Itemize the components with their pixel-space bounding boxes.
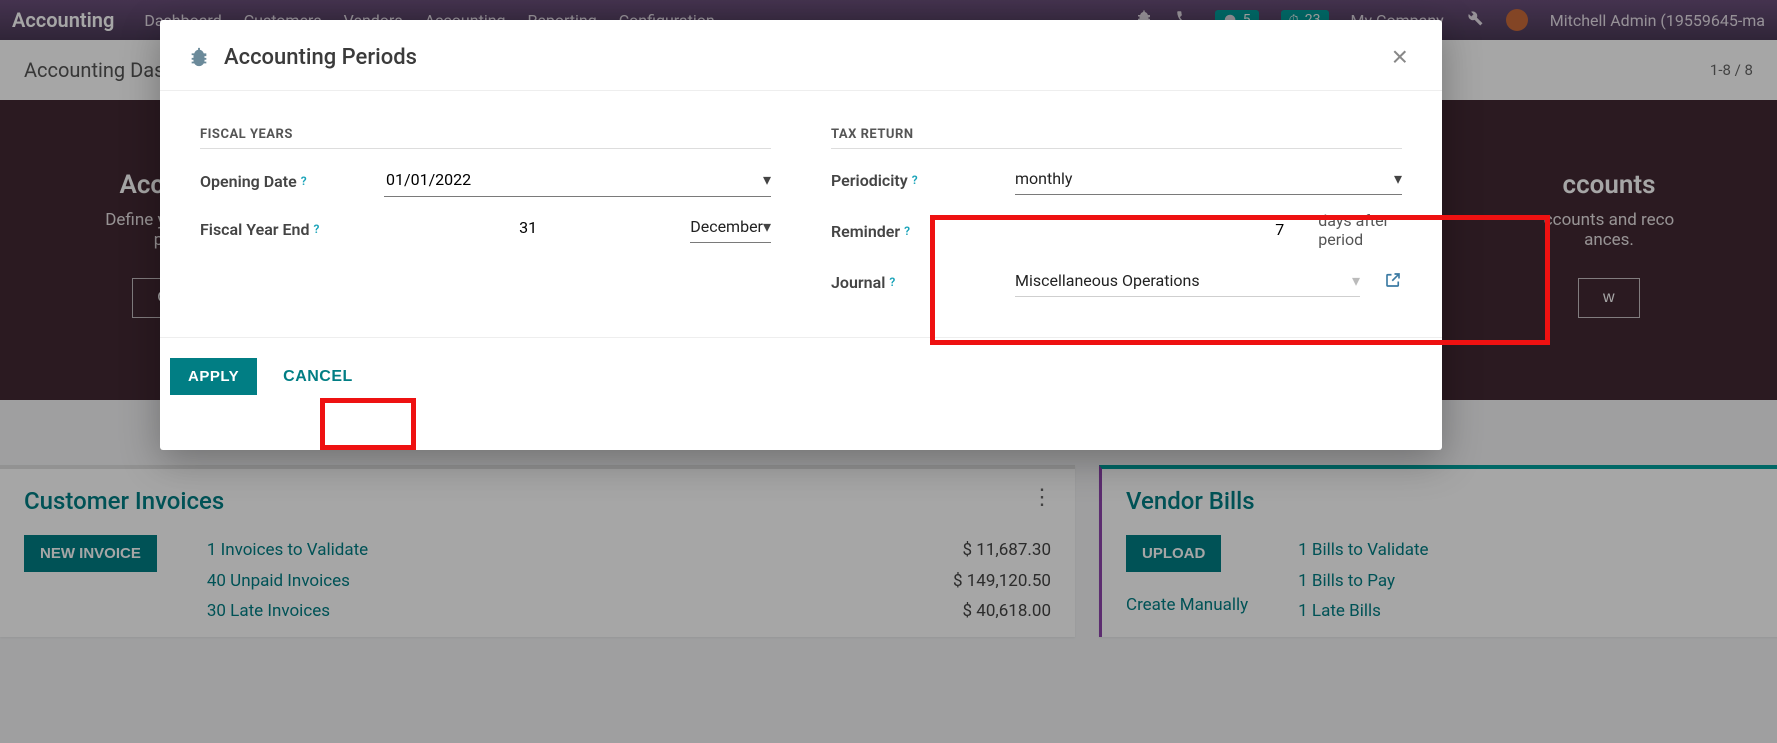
accounting-periods-modal: Accounting Periods × FISCAL YEARS Openin… <box>160 20 1442 450</box>
help-icon[interactable]: ? <box>912 173 918 187</box>
cancel-button[interactable]: CANCEL <box>277 367 359 387</box>
section-fiscal-years: FISCAL YEARS <box>200 127 771 149</box>
fy-end-month-select[interactable]: December ▾ <box>690 213 771 243</box>
fy-end-day-input[interactable] <box>384 214 672 243</box>
reminder-suffix: days after period <box>1318 211 1402 249</box>
modal-title: Accounting Periods <box>224 45 417 70</box>
opening-date-field[interactable]: ▾ <box>384 165 771 197</box>
help-icon[interactable]: ? <box>889 275 895 289</box>
periodicity-label: Periodicity? <box>831 171 1001 190</box>
chevron-down-icon[interactable]: ▾ <box>763 170 771 189</box>
reminder-label: Reminder? <box>831 222 1001 241</box>
opening-date-label: Opening Date? <box>200 172 370 191</box>
periodicity-select[interactable]: monthly ▾ <box>1015 165 1402 195</box>
apply-button[interactable]: APPLY <box>170 358 257 395</box>
chevron-down-icon[interactable]: ▾ <box>1394 169 1402 188</box>
help-icon[interactable]: ? <box>904 224 910 238</box>
chevron-down-icon[interactable]: ▾ <box>1352 271 1360 290</box>
journal-select[interactable]: Miscellaneous Operations ▾ <box>1015 267 1360 297</box>
fiscal-year-end-label: Fiscal Year End? <box>200 220 370 239</box>
journal-label: Journal? <box>831 273 1001 292</box>
section-tax-return: TAX RETURN <box>831 127 1402 149</box>
help-icon[interactable]: ? <box>301 174 307 188</box>
opening-date-input[interactable] <box>384 169 751 190</box>
reminder-input[interactable] <box>1015 216 1288 245</box>
external-link-icon[interactable] <box>1384 271 1402 293</box>
help-icon[interactable]: ? <box>313 222 319 236</box>
bug-icon[interactable] <box>188 46 210 68</box>
close-icon[interactable]: × <box>1386 42 1414 72</box>
chevron-down-icon[interactable]: ▾ <box>763 217 771 236</box>
